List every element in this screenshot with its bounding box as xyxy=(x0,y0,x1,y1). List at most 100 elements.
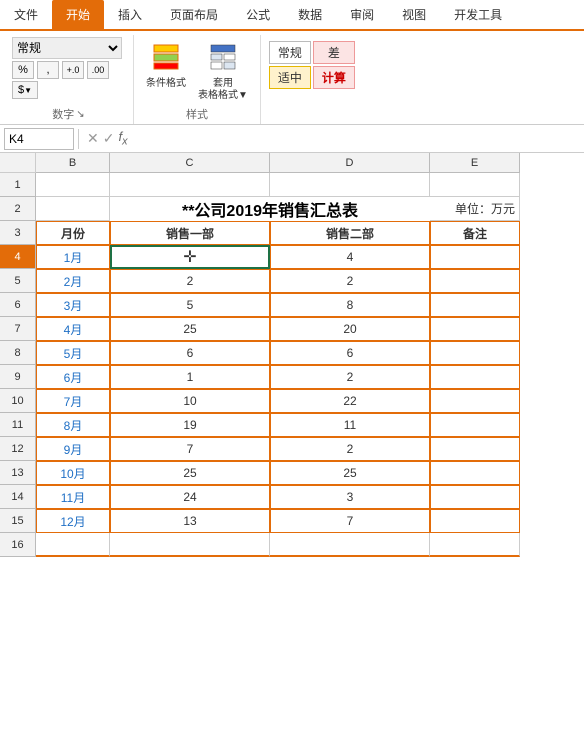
tab-view[interactable]: 视图 xyxy=(388,0,440,29)
cell-e1[interactable] xyxy=(430,173,520,197)
tab-page-layout[interactable]: 页面布局 xyxy=(156,0,232,29)
cell-reference-input[interactable] xyxy=(4,128,74,150)
decrease-decimal-btn[interactable]: .00 xyxy=(87,61,109,79)
row-num-13[interactable]: 13 xyxy=(0,461,36,485)
cell-b3[interactable]: 月份 xyxy=(36,221,110,245)
cell-c8[interactable]: 6 xyxy=(110,341,270,365)
row-num-2[interactable]: 2 xyxy=(0,197,36,221)
cell-e3[interactable]: 备注 xyxy=(430,221,520,245)
cell-d10[interactable]: 22 xyxy=(270,389,430,413)
tab-insert[interactable]: 插入 xyxy=(104,0,156,29)
cell-c4[interactable]: ✛ xyxy=(110,245,270,269)
cell-d4[interactable]: 4 xyxy=(270,245,430,269)
row-num-5[interactable]: 5 xyxy=(0,269,36,293)
style-normal-btn[interactable]: 常规 xyxy=(269,41,311,64)
cell-e4[interactable] xyxy=(430,245,520,269)
cell-b8[interactable]: 5月 xyxy=(36,341,110,365)
cell-e14[interactable] xyxy=(430,485,520,509)
cell-c2[interactable] xyxy=(110,197,270,221)
row-num-7[interactable]: 7 xyxy=(0,317,36,341)
cell-d5[interactable]: 2 xyxy=(270,269,430,293)
cell-d12[interactable]: 2 xyxy=(270,437,430,461)
cell-c10[interactable]: 10 xyxy=(110,389,270,413)
row-num-15[interactable]: 15 xyxy=(0,509,36,533)
cell-e12[interactable] xyxy=(430,437,520,461)
style-medium-btn[interactable]: 适中 xyxy=(269,66,311,89)
tab-developer[interactable]: 开发工具 xyxy=(440,0,516,29)
cell-b6[interactable]: 3月 xyxy=(36,293,110,317)
cell-d11[interactable]: 11 xyxy=(270,413,430,437)
cell-b14[interactable]: 11月 xyxy=(36,485,110,509)
comma-btn[interactable]: , xyxy=(37,61,59,79)
cell-d7[interactable]: 20 xyxy=(270,317,430,341)
cell-e2[interactable]: 单位：万元 xyxy=(430,197,520,221)
cell-b12[interactable]: 9月 xyxy=(36,437,110,461)
cell-b9[interactable]: 6月 xyxy=(36,365,110,389)
cell-e6[interactable] xyxy=(430,293,520,317)
row-num-16[interactable]: 16 xyxy=(0,533,36,557)
cell-c6[interactable]: 5 xyxy=(110,293,270,317)
cell-b2[interactable] xyxy=(36,197,110,221)
cell-b13[interactable]: 10月 xyxy=(36,461,110,485)
row-num-12[interactable]: 12 xyxy=(0,437,36,461)
tab-review[interactable]: 审阅 xyxy=(336,0,388,29)
cell-d2[interactable] xyxy=(270,197,430,221)
cancel-formula-icon[interactable]: ✕ xyxy=(87,130,99,147)
confirm-formula-icon[interactable]: ✓ xyxy=(103,130,115,147)
cell-c12[interactable]: 7 xyxy=(110,437,270,461)
cell-d15[interactable]: 7 xyxy=(270,509,430,533)
cell-e11[interactable] xyxy=(430,413,520,437)
col-header-e[interactable]: E xyxy=(430,153,520,173)
cell-b11[interactable]: 8月 xyxy=(36,413,110,437)
row-num-4[interactable]: 4 xyxy=(0,245,36,269)
cell-e8[interactable] xyxy=(430,341,520,365)
cell-d16[interactable] xyxy=(270,533,430,557)
row-num-10[interactable]: 10 xyxy=(0,389,36,413)
col-header-c[interactable]: C xyxy=(110,153,270,173)
cell-e5[interactable] xyxy=(430,269,520,293)
cell-b10[interactable]: 7月 xyxy=(36,389,110,413)
row-num-9[interactable]: 9 xyxy=(0,365,36,389)
accounting-btn[interactable]: $▼ xyxy=(12,81,38,99)
cell-b7[interactable]: 4月 xyxy=(36,317,110,341)
tab-formula[interactable]: 公式 xyxy=(232,0,284,29)
cell-e13[interactable] xyxy=(430,461,520,485)
insert-function-icon[interactable]: fx xyxy=(118,129,127,148)
cell-e16[interactable] xyxy=(430,533,520,557)
style-calc-btn[interactable]: 计算 xyxy=(313,66,355,89)
cell-e10[interactable] xyxy=(430,389,520,413)
cell-b5[interactable]: 2月 xyxy=(36,269,110,293)
cell-b4[interactable]: 1月 xyxy=(36,245,110,269)
cell-b16[interactable] xyxy=(36,533,110,557)
cell-c3[interactable]: 销售一部 xyxy=(110,221,270,245)
cell-e15[interactable] xyxy=(430,509,520,533)
tab-file[interactable]: 文件 xyxy=(0,0,52,29)
cell-d8[interactable]: 6 xyxy=(270,341,430,365)
cell-c13[interactable]: 25 xyxy=(110,461,270,485)
cell-d14[interactable]: 3 xyxy=(270,485,430,509)
cell-c15[interactable]: 13 xyxy=(110,509,270,533)
increase-decimal-btn[interactable]: +.0 xyxy=(62,61,84,79)
cell-c9[interactable]: 1 xyxy=(110,365,270,389)
cell-d6[interactable]: 8 xyxy=(270,293,430,317)
number-expand-icon[interactable]: ↘ xyxy=(76,109,84,120)
tab-home[interactable]: 开始 xyxy=(52,0,104,29)
cell-e9[interactable] xyxy=(430,365,520,389)
row-num-1[interactable]: 1 xyxy=(0,173,36,197)
cell-d13[interactable]: 25 xyxy=(270,461,430,485)
number-format-select[interactable]: 常规 xyxy=(12,37,122,59)
cell-e7[interactable] xyxy=(430,317,520,341)
row-num-6[interactable]: 6 xyxy=(0,293,36,317)
cell-c16[interactable] xyxy=(110,533,270,557)
cell-b15[interactable]: 12月 xyxy=(36,509,110,533)
col-header-b[interactable]: B xyxy=(36,153,110,173)
cell-c7[interactable]: 25 xyxy=(110,317,270,341)
table-format-btn[interactable]: 套用表格格式▼ xyxy=(194,41,252,104)
cell-d3[interactable]: 销售二部 xyxy=(270,221,430,245)
conditional-format-btn[interactable]: 条件格式 xyxy=(142,41,190,92)
cell-c5[interactable]: 2 xyxy=(110,269,270,293)
row-num-14[interactable]: 14 xyxy=(0,485,36,509)
row-num-11[interactable]: 11 xyxy=(0,413,36,437)
cell-b1[interactable] xyxy=(36,173,110,197)
style-bad-btn[interactable]: 差 xyxy=(313,41,355,64)
